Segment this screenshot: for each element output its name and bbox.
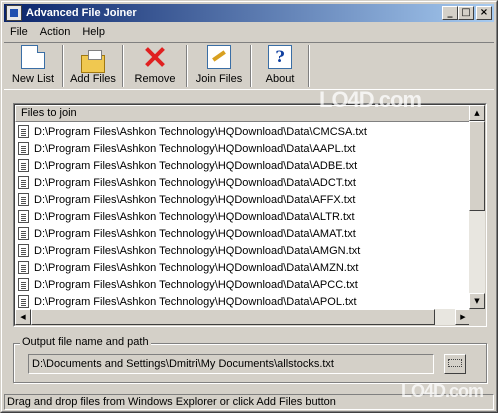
text-file-icon [18, 142, 29, 155]
browse-dots-icon [448, 359, 462, 367]
list-item[interactable]: D:\Program Files\Ashkon Technology\HQDow… [15, 225, 471, 242]
remove-button[interactable]: Remove [124, 43, 186, 89]
text-file-icon [18, 261, 29, 274]
list-item[interactable]: D:\Program Files\Ashkon Technology\HQDow… [15, 140, 471, 157]
file-path: D:\Program Files\Ashkon Technology\HQDow… [34, 210, 355, 223]
scroll-left-arrow-icon[interactable]: ◀ [15, 309, 31, 325]
browse-button[interactable] [444, 354, 466, 374]
list-item[interactable]: D:\Program Files\Ashkon Technology\HQDow… [15, 123, 471, 140]
maximize-button[interactable]: □ [458, 6, 474, 20]
toolbar-separator [308, 45, 310, 87]
file-path: D:\Program Files\Ashkon Technology\HQDow… [34, 193, 356, 206]
menu-file[interactable]: File [4, 26, 34, 38]
vertical-scroll-thumb[interactable] [469, 121, 485, 211]
red-x-icon [143, 45, 167, 69]
join-files-label: Join Files [195, 73, 243, 85]
add-files-label: Add Files [70, 73, 116, 85]
title-bar[interactable]: Advanced File Joiner _ □ × [4, 4, 494, 22]
menu-help[interactable]: Help [76, 26, 111, 38]
file-path: D:\Program Files\Ashkon Technology\HQDow… [34, 227, 356, 240]
join-files-button[interactable]: Join Files [188, 43, 250, 89]
window-title: Advanced File Joiner [26, 7, 137, 19]
list-item[interactable]: D:\Program Files\Ashkon Technology\HQDow… [15, 208, 471, 225]
menu-action[interactable]: Action [34, 26, 77, 38]
open-folder-icon [81, 50, 105, 73]
list-item[interactable]: D:\Program Files\Ashkon Technology\HQDow… [15, 259, 471, 276]
list-item[interactable]: D:\Program Files\Ashkon Technology\HQDow… [15, 157, 471, 174]
new-list-button[interactable]: New List [4, 43, 62, 89]
files-list[interactable]: Files to join D:\Program Files\Ashkon Te… [14, 104, 486, 326]
close-button[interactable]: × [476, 6, 492, 20]
file-path: D:\Program Files\Ashkon Technology\HQDow… [34, 295, 357, 308]
about-label: About [265, 73, 295, 85]
minimize-button[interactable]: _ [442, 6, 458, 20]
list-item[interactable]: D:\Program Files\Ashkon Technology\HQDow… [15, 293, 471, 310]
add-files-button[interactable]: Add Files [64, 43, 122, 89]
file-path: D:\Program Files\Ashkon Technology\HQDow… [34, 278, 358, 291]
remove-label: Remove [134, 73, 176, 85]
list-item[interactable]: D:\Program Files\Ashkon Technology\HQDow… [15, 174, 471, 191]
text-file-icon [18, 244, 29, 257]
output-path-field[interactable] [28, 354, 434, 374]
help-question-icon: ? [268, 45, 292, 69]
horizontal-scrollbar[interactable]: ◀ ▶ [15, 309, 471, 325]
about-button[interactable]: ? About [252, 43, 308, 89]
text-file-icon [18, 125, 29, 138]
text-file-icon [18, 193, 29, 206]
list-item[interactable]: D:\Program Files\Ashkon Technology\HQDow… [15, 276, 471, 293]
output-label: Output file name and path [20, 336, 151, 348]
text-file-icon [18, 227, 29, 240]
vertical-scrollbar[interactable]: ▲ ▼ [469, 105, 485, 309]
text-file-icon [18, 295, 29, 308]
file-path: D:\Program Files\Ashkon Technology\HQDow… [34, 142, 356, 155]
file-path: D:\Program Files\Ashkon Technology\HQDow… [34, 176, 356, 189]
app-icon[interactable] [6, 5, 22, 21]
files-rows: D:\Program Files\Ashkon Technology\HQDow… [15, 123, 471, 310]
watermark-logo: LO4D.com [401, 381, 484, 401]
text-file-icon [18, 278, 29, 291]
new-document-icon [21, 45, 45, 69]
file-path: D:\Program Files\Ashkon Technology\HQDow… [34, 125, 367, 138]
file-path: D:\Program Files\Ashkon Technology\HQDow… [34, 261, 359, 274]
text-file-icon [18, 210, 29, 223]
list-item[interactable]: D:\Program Files\Ashkon Technology\HQDow… [15, 191, 471, 208]
window-controls: _ □ × [442, 6, 492, 20]
menu-bar: File Action Help [4, 23, 494, 41]
scroll-up-arrow-icon[interactable]: ▲ [469, 105, 485, 121]
file-path: D:\Program Files\Ashkon Technology\HQDow… [34, 244, 361, 257]
scroll-down-arrow-icon[interactable]: ▼ [469, 293, 485, 309]
text-file-icon [18, 176, 29, 189]
toolbar: New List Add Files Remove Join Files ? A… [4, 42, 494, 90]
watermark-logo: LO4D.com [319, 87, 422, 112]
join-document-icon [207, 45, 231, 69]
horizontal-scroll-thumb[interactable] [31, 309, 435, 325]
text-file-icon [18, 159, 29, 172]
output-groupbox: Output file name and path [13, 336, 487, 383]
list-item[interactable]: D:\Program Files\Ashkon Technology\HQDow… [15, 242, 471, 259]
new-list-label: New List [11, 73, 55, 85]
app-window: Advanced File Joiner _ □ × File Action H… [0, 0, 498, 413]
files-list-panel: Files to join D:\Program Files\Ashkon Te… [13, 103, 487, 327]
scrollbar-corner [469, 309, 485, 325]
file-path: D:\Program Files\Ashkon Technology\HQDow… [34, 159, 358, 172]
